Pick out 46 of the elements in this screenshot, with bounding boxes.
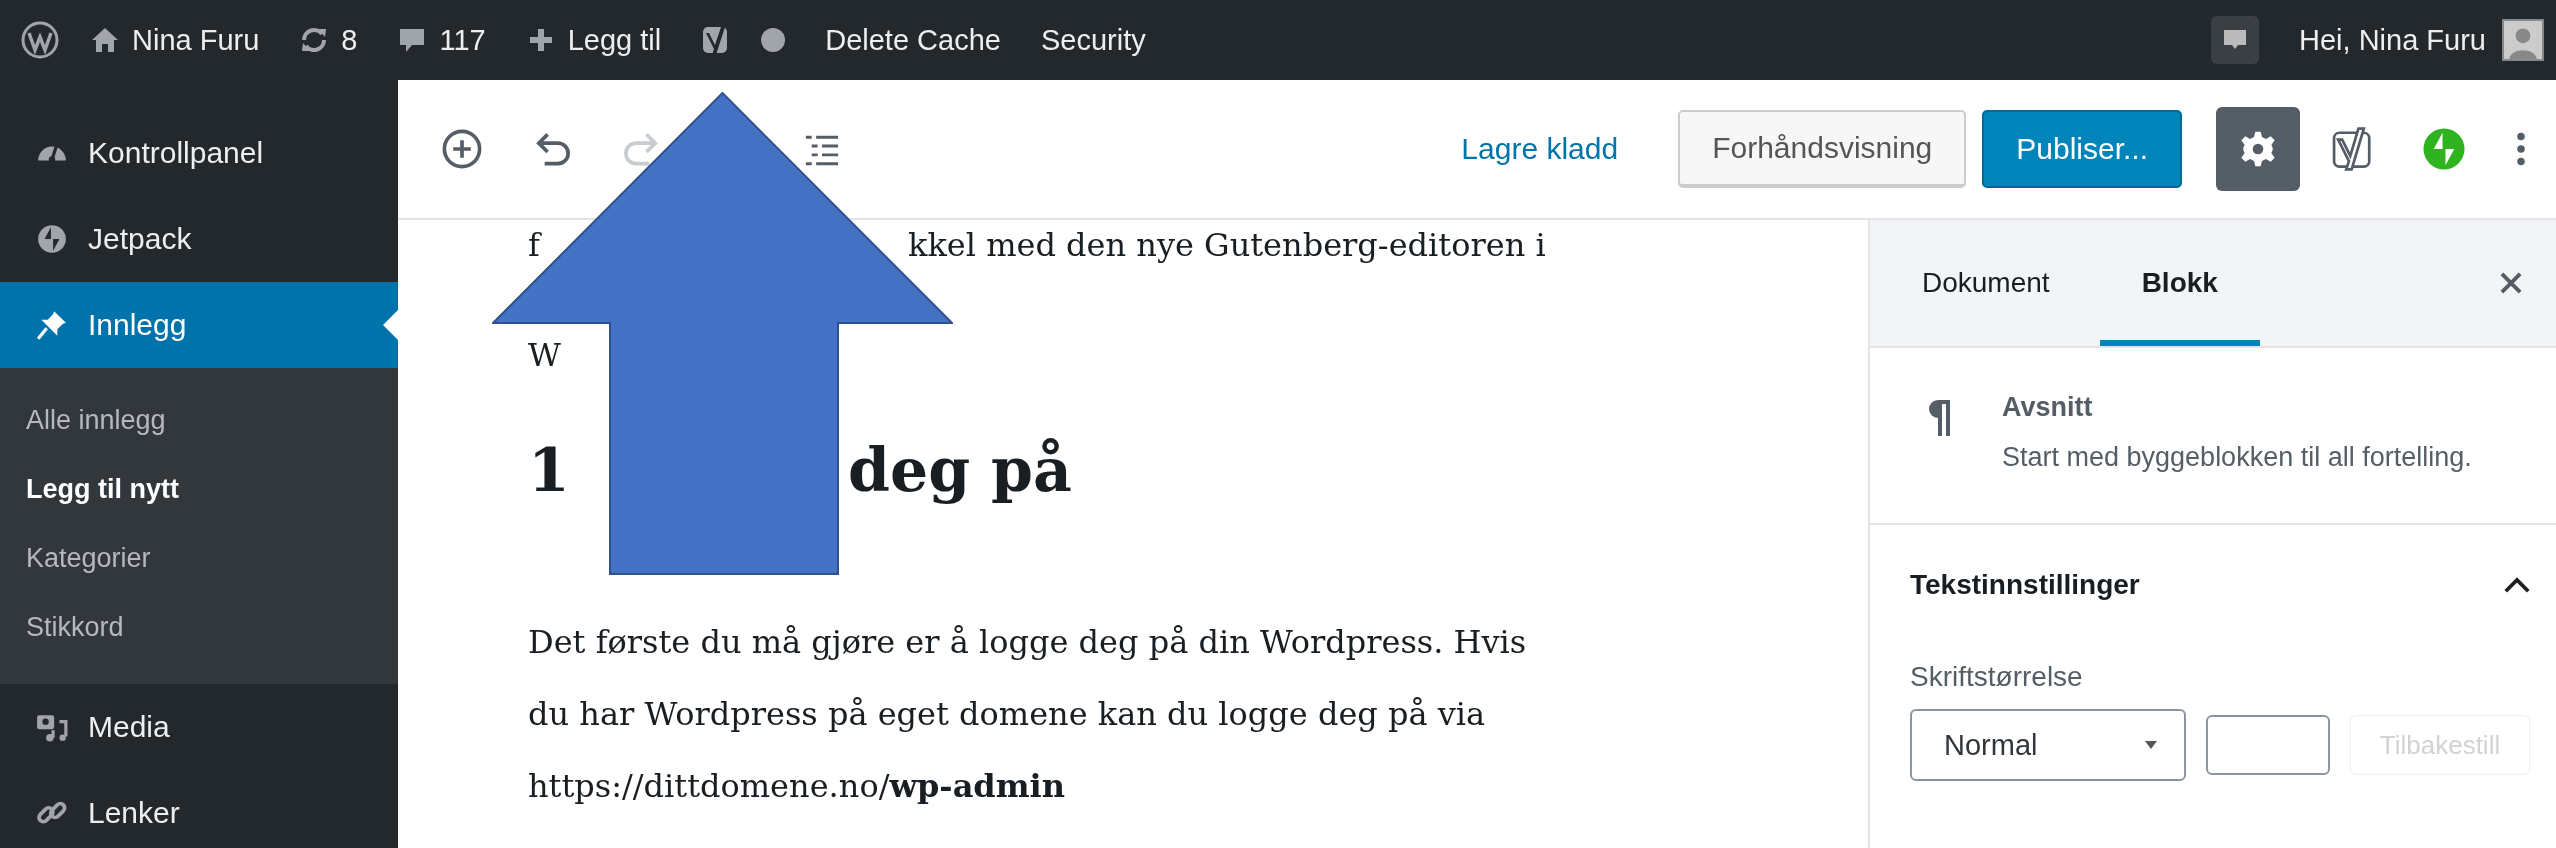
sidebar-submenu-item[interactable]: Legg til nytt xyxy=(0,455,398,524)
sidebar-submenu-item[interactable]: Stikkord xyxy=(0,593,398,662)
status-dot-icon[interactable] xyxy=(761,28,786,52)
notifications-button[interactable] xyxy=(2211,16,2260,64)
sidebar-menu-item[interactable]: Kontrollpanel xyxy=(0,110,398,196)
font-size-select[interactable]: Normal xyxy=(1910,709,2186,781)
paragraph-fragment: W xyxy=(528,336,562,374)
admin-bar-link[interactable]: Delete Cache xyxy=(825,23,1001,57)
heading-fragment: 1 xyxy=(528,435,571,505)
home-icon xyxy=(90,25,120,55)
admin-bar-link[interactable]: Security xyxy=(1040,23,1146,57)
settings-button[interactable] xyxy=(2216,107,2300,191)
sidebar-submenu-item[interactable]: Alle innlegg xyxy=(0,386,398,455)
block-description: Start med byggeblokken til all fortelling. xyxy=(2002,441,2472,474)
font-size-input[interactable] xyxy=(2206,715,2330,775)
paragraph-fragment: kkel med den nye Gutenberg-editoren i xyxy=(908,226,1546,264)
comments-link[interactable]: 117 xyxy=(397,23,486,57)
sidebar-submenu-item[interactable]: Kategorier xyxy=(0,524,398,593)
lightning-circle-icon[interactable] xyxy=(2422,127,2466,171)
publish-button[interactable]: Publiser... xyxy=(1982,110,2182,188)
lightning-circle-icon xyxy=(36,223,68,255)
dropdown-caret-icon xyxy=(2144,740,2158,750)
block-name: Avsnitt xyxy=(2002,392,2094,423)
font-size-label: Skriftstørrelse xyxy=(1910,661,2084,693)
new-content-link[interactable]: Legg til xyxy=(525,23,662,57)
user-greeting-link[interactable]: Hei, Nina Furu xyxy=(2299,23,2486,57)
site-name-link[interactable]: Nina Furu xyxy=(90,23,260,57)
pin-icon xyxy=(36,309,68,341)
sidebar-menu-item[interactable]: Media xyxy=(0,684,398,770)
sidebar-menu-item[interactable]: Jetpack xyxy=(0,196,398,282)
paragraph-fragment: f xyxy=(528,226,543,264)
section-title: Tekstinnstillinger xyxy=(1910,569,2140,601)
paragraph-text: Det første du må gjøre er å logge deg på din Wordpress. Hvis du har Wordpress på eget domene kan du logge deg på via https://dittdomene.no/wp-admin xyxy=(528,622,1528,807)
add-block-icon[interactable] xyxy=(440,127,484,171)
chevron-icon[interactable] xyxy=(2502,575,2532,595)
sidebar-menu-item[interactable]: Lenker xyxy=(0,770,398,848)
settings-icon xyxy=(2238,129,2278,169)
save-draft-link[interactable]: Lagre kladd xyxy=(1461,132,1619,166)
sidebar-tab[interactable]: Blokk xyxy=(2099,220,2260,346)
heading-fragment: deg på xyxy=(848,435,1072,505)
preview-button[interactable]: Forhåndsvisning xyxy=(1678,110,1967,188)
sidebar-menu-item[interactable]: Innlegg xyxy=(0,282,398,368)
updates-link[interactable]: 8 xyxy=(299,23,358,57)
sidebar-tab[interactable]: Dokument xyxy=(1912,220,2060,346)
wordpress-logo-icon[interactable] xyxy=(20,20,60,60)
close-icon[interactable] xyxy=(2498,270,2524,296)
